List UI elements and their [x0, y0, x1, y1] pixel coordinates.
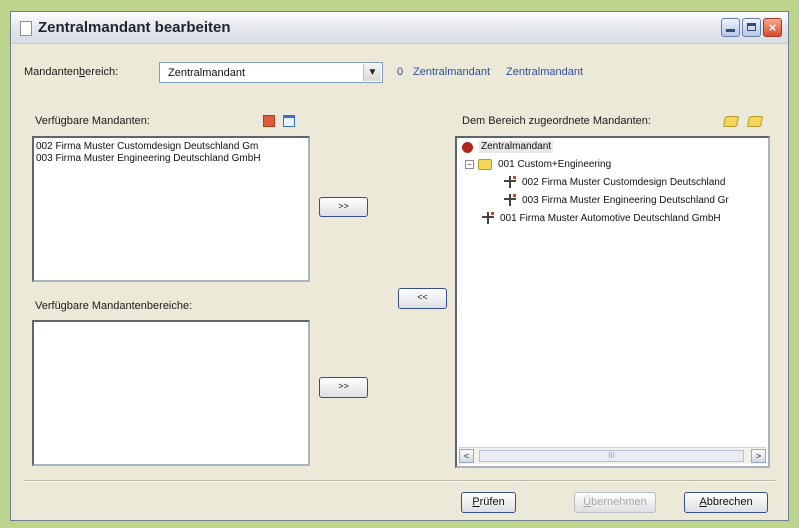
bereich-info-name: Zentralmandant	[413, 66, 491, 78]
tree-child-node[interactable]: 003 Firma Muster Engineering Deutschland…	[522, 195, 729, 207]
window-document-icon	[20, 21, 32, 36]
add-area-button[interactable]: >>	[319, 377, 368, 398]
mandant-icon	[504, 194, 518, 206]
remove-button[interactable]: <<	[398, 288, 447, 309]
bereich-select[interactable]: Zentralmandant ▼	[159, 62, 383, 83]
available-areas-label: Verfügbare Mandantenbereiche:	[35, 300, 193, 312]
folder-new-icon[interactable]	[746, 116, 764, 127]
title-bar[interactable]: Zentralmandant bearbeiten ×	[11, 12, 788, 44]
window-title: Zentralmandant bearbeiten	[38, 19, 231, 36]
add-mandant-button[interactable]: >>	[319, 197, 368, 217]
apply-accelerator: Ü	[583, 496, 592, 508]
list-item[interactable]: 003 Firma Muster Engineering Deutschland…	[34, 153, 308, 165]
bereich-info-name-2: Zentralmandant	[506, 66, 584, 78]
scroll-right-button[interactable]: >	[751, 449, 766, 463]
dialog-window: Zentralmandant bearbeiten × Mandantenber…	[10, 11, 789, 521]
scroll-thumb[interactable]: III	[479, 450, 744, 462]
check-label: rüfen	[479, 496, 505, 508]
bereich-select-value: Zentralmandant	[168, 67, 246, 79]
minimize-icon	[726, 29, 735, 32]
folder-icon	[478, 159, 492, 170]
root-node-icon	[462, 142, 473, 153]
tree-root-node[interactable]: Zentralmandant	[479, 141, 554, 153]
list-item[interactable]: 002 Firma Muster Customdesign Deutschlan…	[34, 141, 308, 153]
mandant-icon	[482, 212, 496, 224]
available-areas-list[interactable]	[32, 320, 310, 466]
collapse-icon[interactable]: −	[465, 160, 474, 169]
footer-separator	[23, 480, 776, 482]
tree-child-node[interactable]: 002 Firma Muster Customdesign Deutschlan…	[522, 177, 725, 189]
close-button[interactable]: ×	[763, 18, 782, 37]
apply-label: bernehmen	[591, 496, 647, 508]
assigned-mandanten-tree[interactable]: Zentralmandant − 001 Custom+Engineering …	[455, 136, 770, 468]
check-accelerator: P	[472, 496, 480, 508]
check-button[interactable]: Prüfen	[461, 492, 516, 513]
maximize-icon	[747, 23, 756, 31]
close-icon: ×	[768, 20, 777, 35]
bereich-label-pre: Mandanten	[24, 66, 80, 78]
bereich-info-code: 0	[397, 66, 404, 78]
scroll-left-button[interactable]: <	[459, 449, 474, 463]
apply-button[interactable]: Übernehmen	[574, 492, 656, 513]
assigned-mandanten-label: Dem Bereich zugeordnete Mandanten:	[462, 115, 651, 127]
minimize-button[interactable]	[721, 18, 740, 37]
folder-open-icon[interactable]	[722, 116, 740, 127]
tree-group-node[interactable]: 001 Custom+Engineering	[498, 159, 611, 171]
horizontal-scrollbar[interactable]: < III >	[459, 447, 766, 464]
select-all-icon[interactable]	[263, 115, 275, 127]
available-mandanten-label: Verfügbare Mandanten:	[35, 115, 150, 127]
available-mandanten-list[interactable]: 002 Firma Muster Customdesign Deutschlan…	[32, 136, 310, 282]
bereich-label: Mandantenbereich:	[24, 66, 118, 78]
mandant-icon	[504, 176, 518, 188]
window-view-icon[interactable]	[283, 115, 295, 127]
maximize-button[interactable]	[742, 18, 761, 37]
bereich-label-post: ereich:	[85, 66, 119, 78]
cancel-accelerator: A	[699, 496, 707, 508]
cancel-label: bbrechen	[706, 496, 753, 508]
chevron-down-icon[interactable]: ▼	[363, 64, 381, 81]
cancel-button[interactable]: Abbrechen	[684, 492, 768, 513]
tree-direct-node[interactable]: 001 Firma Muster Automotive Deutschland …	[500, 213, 721, 225]
